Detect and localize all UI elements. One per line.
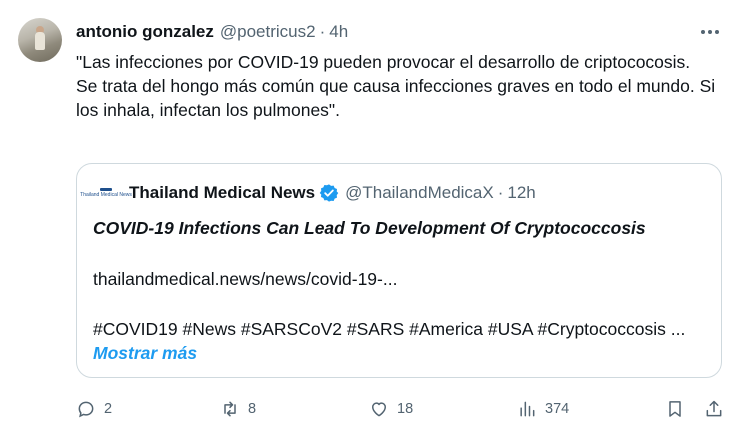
tweet-time[interactable]: 4h bbox=[329, 22, 348, 42]
reply-button[interactable]: 2 bbox=[76, 395, 112, 423]
share-icon bbox=[706, 400, 722, 417]
quoted-tweet[interactable]: Thailand Medical News Thailand Medical N… bbox=[76, 163, 722, 378]
quote-title: COVID-19 Infections Can Lead To Developm… bbox=[93, 218, 646, 238]
quote-author-handle[interactable]: @ThailandMedicaX bbox=[345, 183, 494, 203]
retweet-button[interactable]: 8 bbox=[220, 395, 256, 423]
like-button[interactable]: 18 bbox=[369, 395, 413, 423]
heart-icon bbox=[372, 402, 386, 417]
separator-dot: · bbox=[319, 22, 326, 41]
quote-author-name[interactable]: Thailand Medical News bbox=[129, 183, 315, 203]
quote-header: Thailand Medical News Thailand Medical N… bbox=[80, 180, 536, 206]
reply-icon bbox=[78, 401, 94, 418]
like-count: 18 bbox=[397, 401, 414, 417]
tweet-text: "Las infecciones por COVID-19 pueden pro… bbox=[76, 50, 716, 122]
tweet-text-line: Se trata del hongo más común que causa i… bbox=[76, 76, 716, 120]
tweet[interactable]: antonio gonzalez @poetricus2 · 4h "Las i… bbox=[0, 0, 744, 434]
retweet-count: 8 bbox=[248, 401, 257, 417]
tweet-header: antonio gonzalez @poetricus2 · 4h bbox=[76, 20, 348, 44]
tweet-text-line: "Las infecciones por COVID-19 pueden pro… bbox=[76, 52, 691, 72]
retweet-icon bbox=[224, 401, 236, 417]
views-icon bbox=[520, 401, 535, 417]
show-more-link[interactable]: Mostrar más bbox=[93, 343, 197, 364]
action-bar: 2 8 18 374 bbox=[76, 395, 726, 423]
views-count: 374 bbox=[545, 401, 570, 417]
reply-count: 2 bbox=[104, 401, 113, 417]
bookmark-button[interactable] bbox=[665, 395, 685, 423]
quote-time[interactable]: 12h bbox=[507, 183, 535, 203]
author-name[interactable]: antonio gonzalez bbox=[76, 22, 214, 42]
quote-avatar-logo[interactable]: Thailand Medical News bbox=[80, 180, 132, 206]
quote-link[interactable]: thailandmedical.news/news/covid-19-... bbox=[93, 269, 397, 290]
separator-dot: · bbox=[497, 183, 504, 202]
verified-badge-icon bbox=[319, 184, 339, 202]
more-horizontal-icon bbox=[701, 30, 719, 34]
bookmark-icon bbox=[669, 401, 681, 417]
quote-logo-text: Thailand Medical News bbox=[80, 192, 132, 198]
views-button[interactable]: 374 bbox=[517, 395, 569, 423]
avatar-figure bbox=[35, 32, 45, 50]
author-handle[interactable]: @poetricus2 bbox=[220, 22, 316, 42]
quote-hashtags: #COVID19 #News #SARSCoV2 #SARS #America … bbox=[93, 319, 686, 339]
share-button[interactable] bbox=[704, 395, 724, 423]
avatar[interactable] bbox=[18, 18, 62, 62]
more-button[interactable] bbox=[696, 20, 724, 44]
